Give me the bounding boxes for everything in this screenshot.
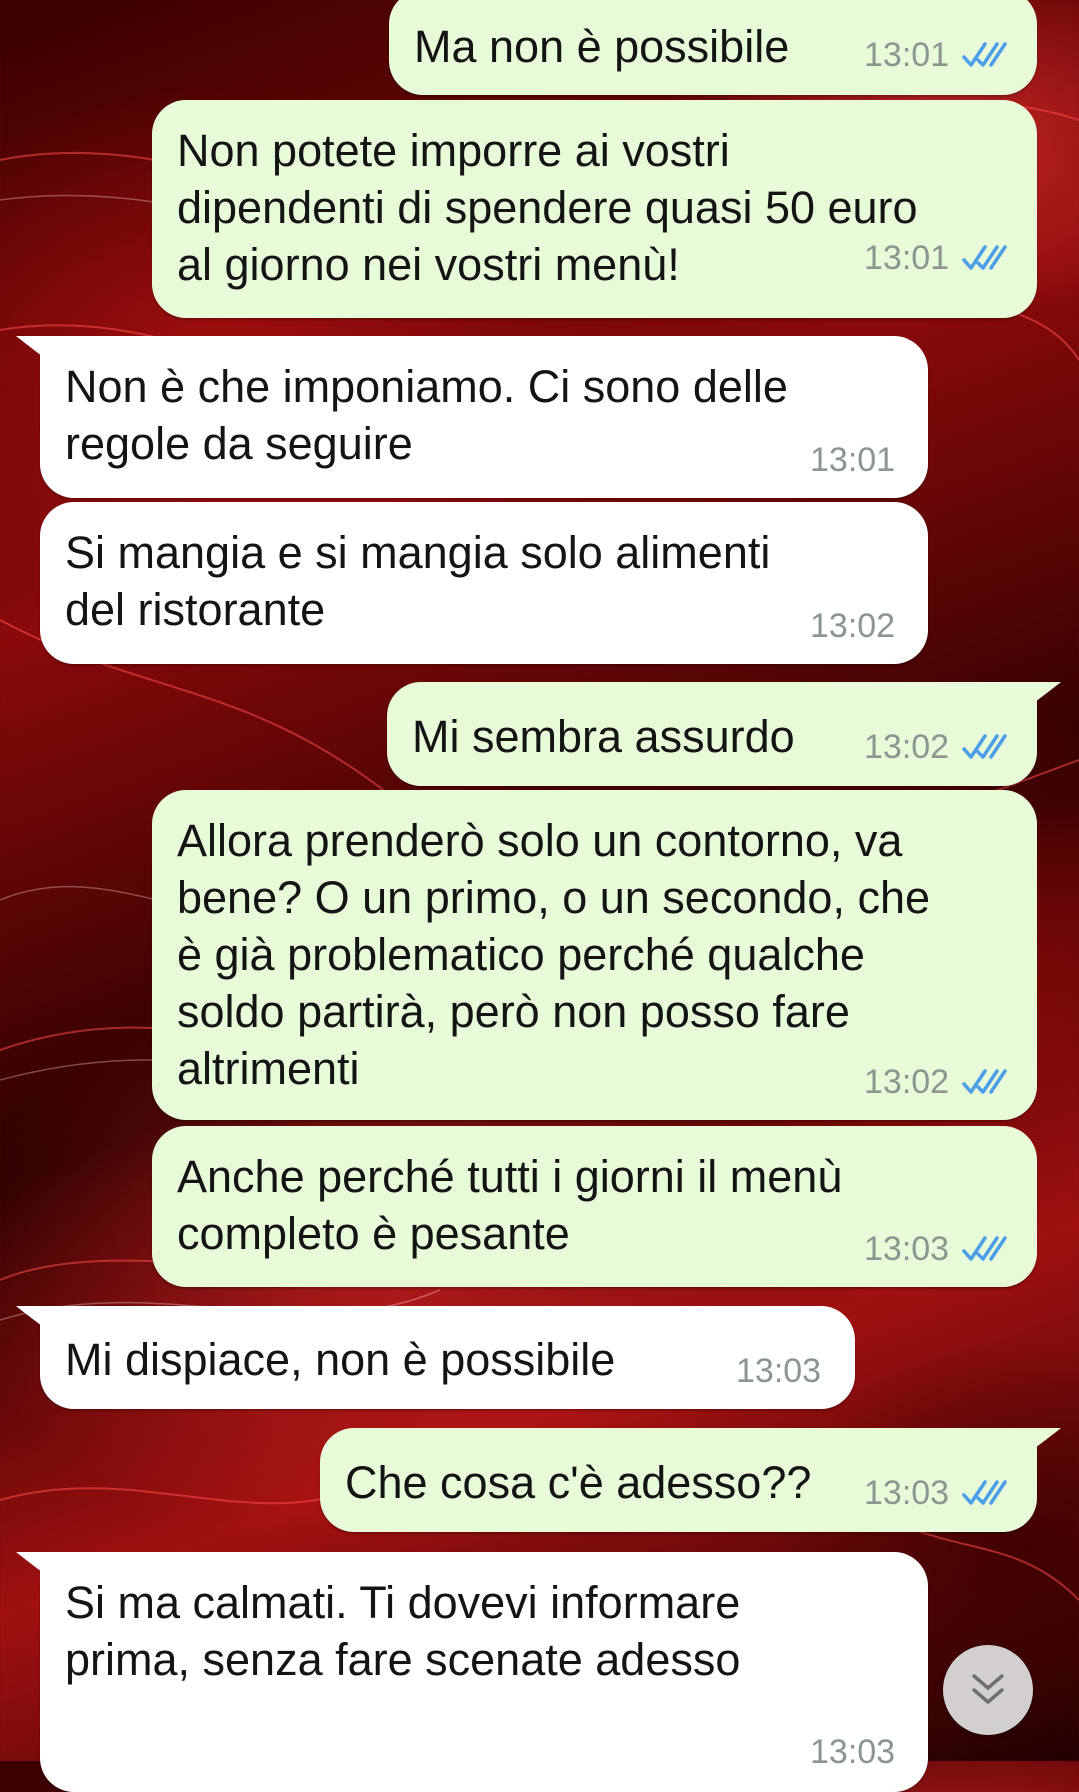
message-timestamp: 13:03 xyxy=(864,1474,950,1512)
outgoing-message-bubble[interactable]: Che cosa c'è adesso?? 13:03 xyxy=(320,1428,1061,1532)
message-timestamp: 13:01 xyxy=(864,239,950,277)
message-timestamp: 13:03 xyxy=(864,1230,950,1268)
message-timestamp: 13:01 xyxy=(864,36,950,74)
bubble-tail xyxy=(16,336,42,356)
chevron-double-down-icon xyxy=(972,1674,1004,1704)
message-text: Ma non è possibile xyxy=(414,21,790,72)
message-timestamp: 13:01 xyxy=(810,441,896,479)
message-meta: 13:01 xyxy=(864,35,1009,75)
message-text: Mi dispiace, non è possibile xyxy=(65,1334,616,1385)
message-meta: 13:02 xyxy=(810,606,895,646)
message-text: Si ma calmati. Ti dovevi informare prima… xyxy=(65,1577,741,1685)
message-meta: 13:03 xyxy=(736,1351,821,1391)
read-ticks-icon xyxy=(962,245,1007,270)
read-ticks-icon xyxy=(962,1069,1007,1094)
outgoing-message-bubble[interactable]: Allora prenderò solo un contorno, va ben… xyxy=(152,790,1037,1120)
message-text: Si mangia e si mangia solo alimenti del … xyxy=(65,527,771,635)
message-timestamp: 13:02 xyxy=(864,1063,950,1101)
read-ticks-icon xyxy=(962,734,1007,759)
message-timestamp: 13:02 xyxy=(864,728,950,766)
read-ticks-icon xyxy=(962,1480,1007,1505)
message-meta: 13:01 xyxy=(864,238,1009,278)
message-meta: 13:01 xyxy=(810,440,895,480)
message-text: Anche perché tutti i giorni il menù comp… xyxy=(177,1151,843,1259)
message-text: Allora prenderò solo un contorno, va ben… xyxy=(177,815,931,1094)
message-timestamp: 13:03 xyxy=(810,1733,896,1771)
message-timestamp: 13:03 xyxy=(736,1352,822,1390)
message-text: Che cosa c'è adesso?? xyxy=(345,1457,812,1508)
outgoing-message-bubble[interactable]: Anche perché tutti i giorni il menù comp… xyxy=(152,1126,1037,1287)
read-ticks-icon xyxy=(962,42,1007,67)
message-text: Mi sembra assurdo xyxy=(412,711,795,762)
bubble-tail xyxy=(1035,1428,1061,1448)
message-text: Non potete imporre ai vostri dipendenti … xyxy=(177,125,918,290)
message-text: Non è che imponiamo. Ci sono delle regol… xyxy=(65,361,788,469)
bubble-tail xyxy=(16,1552,42,1572)
incoming-message-bubble[interactable]: Mi dispiace, non è possibile 13:03 xyxy=(16,1306,855,1409)
bubble-tail xyxy=(1035,682,1061,702)
message-meta: 13:02 xyxy=(864,1062,1009,1102)
incoming-message-bubble[interactable]: Si mangia e si mangia solo alimenti del … xyxy=(40,502,928,664)
outgoing-message-bubble[interactable]: Ma non è possibile 13:01 xyxy=(389,0,1037,95)
message-meta: 13:03 xyxy=(864,1229,1009,1269)
scroll-to-bottom-button[interactable] xyxy=(943,1645,1033,1735)
message-meta: 13:02 xyxy=(864,727,1009,767)
message-timestamp: 13:02 xyxy=(810,607,896,645)
message-meta: 13:03 xyxy=(810,1732,895,1772)
incoming-message-bubble[interactable]: Non è che imponiamo. Ci sono delle regol… xyxy=(16,336,928,498)
bubble-tail xyxy=(16,1306,42,1326)
message-meta: 13:03 xyxy=(864,1473,1009,1513)
outgoing-message-bubble[interactable]: Non potete imporre ai vostri dipendenti … xyxy=(152,100,1037,318)
incoming-message-bubble[interactable]: Si ma calmati. Ti dovevi informare prima… xyxy=(16,1552,928,1792)
outgoing-message-bubble[interactable]: Mi sembra assurdo 13:02 xyxy=(387,682,1061,786)
read-ticks-icon xyxy=(962,1236,1007,1261)
